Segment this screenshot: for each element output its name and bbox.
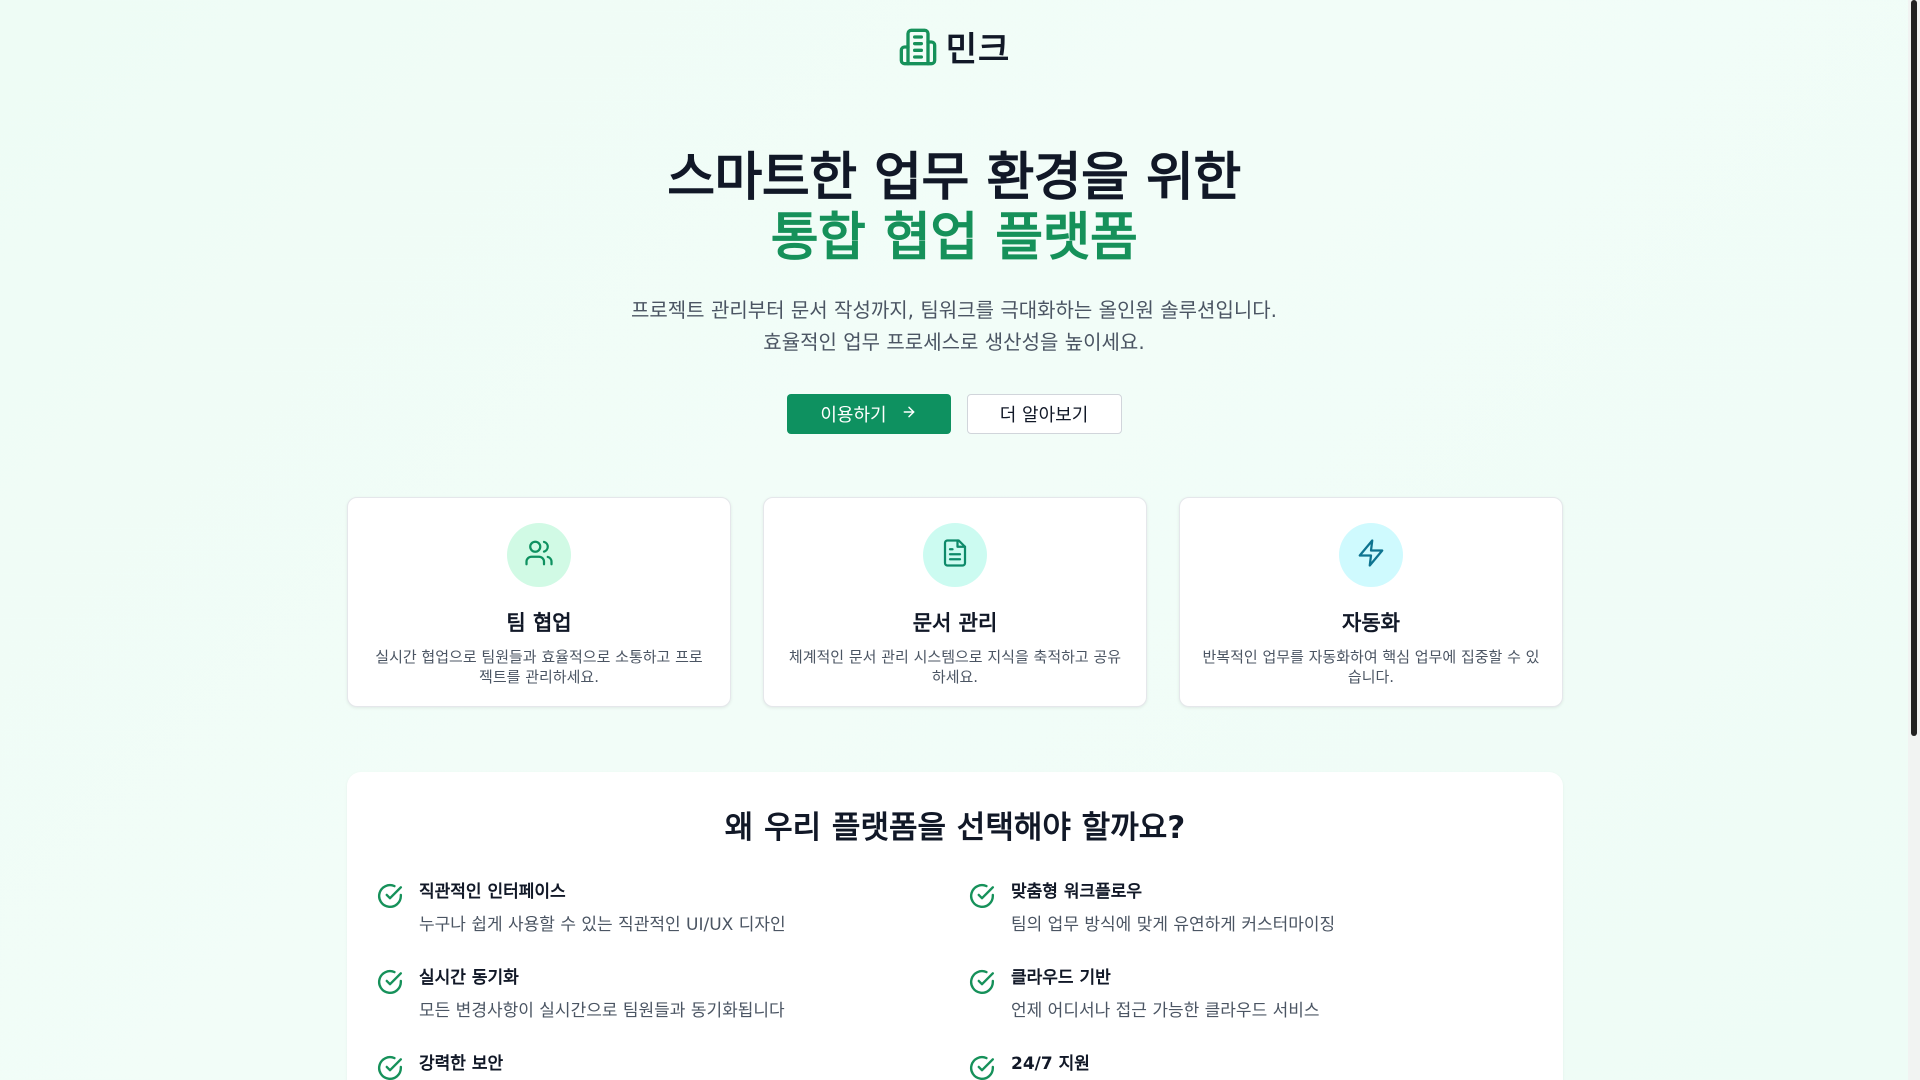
hero-description-line1: 프로젝트 관리부터 문서 작성까지, 팀워크를 극대화하는 올인원 솔루션입니다… [630, 298, 1278, 322]
get-started-label: 이용하기 [820, 405, 887, 426]
hero-description: 프로젝트 관리부터 문서 작성까지, 팀워크를 극대화하는 올인원 솔루션입니다… [0, 294, 1908, 358]
hero-title: 스마트한 업무 환경을 위한 통합 협업 플랫폼 [0, 148, 1908, 268]
get-started-button[interactable]: 이용하기 [786, 394, 951, 434]
feature-title: 문서 관리 [912, 611, 998, 635]
why-item-title: 실시간 동기화 [419, 968, 519, 988]
why-item-title: 클라우드 기반 [1011, 968, 1111, 988]
feature-description: 실시간 협업으로 팀원들과 효율적으로 소통하고 프로젝트를 관리하세요. [375, 648, 703, 686]
why-title: 왜 우리 플랫폼을 선택해야 할까요? [724, 810, 1186, 846]
check-circle-icon [377, 969, 403, 995]
scrollbar-track[interactable] [1908, 0, 1920, 1080]
arrow-right-icon [901, 404, 917, 425]
why-section: 왜 우리 플랫폼을 선택해야 할까요? 직관적인 인터페이스 누구나 쉽게 사용… [347, 772, 1563, 1080]
feature-icon-circle [507, 523, 571, 587]
building-icon [898, 27, 938, 67]
feature-description: 체계적인 문서 관리 시스템으로 지식을 축적하고 공유하세요. [788, 648, 1122, 686]
why-item-security: 강력한 보안 [377, 1053, 969, 1080]
why-item-intuitive: 직관적인 인터페이스 누구나 쉽게 사용할 수 있는 직관적인 UI/UX 디자… [377, 881, 969, 937]
hero-title-line2: 통합 협업 플랫폼 [770, 208, 1138, 268]
feature-card-team: 팀 협업 실시간 협업으로 팀원들과 효율적으로 소통하고 프로젝트를 관리하세… [347, 497, 731, 707]
why-item-title: 직관적인 인터페이스 [419, 882, 566, 902]
check-circle-icon [377, 883, 403, 909]
brand-logo-link[interactable]: 민크 [898, 22, 1011, 71]
feature-title: 자동화 [1342, 611, 1400, 635]
why-item-support: 24/7 지원 [969, 1053, 1529, 1080]
site-header: 민크 [0, 22, 1908, 71]
why-item-cloud: 클라우드 기반 언제 어디서나 접근 가능한 클라우드 서비스 [969, 967, 1529, 1023]
check-circle-icon [969, 969, 995, 995]
page: 민크 스마트한 업무 환경을 위한 통합 협업 플랫폼 프로젝트 관리부터 문서… [0, 0, 1908, 1080]
why-item-desc: 팀의 업무 방식에 맞게 유연하게 커스터마이징 [1011, 915, 1336, 935]
hero-buttons: 이용하기 더 알아보기 [0, 394, 1908, 434]
hero-title-line1: 스마트한 업무 환경을 위한 [667, 148, 1241, 208]
check-circle-icon [377, 1055, 403, 1080]
check-circle-icon [969, 1055, 995, 1080]
check-circle-icon [969, 883, 995, 909]
feature-card-automation: 자동화 반복적인 업무를 자동화하여 핵심 업무에 집중할 수 있습니다. [1179, 497, 1563, 707]
document-icon [940, 538, 970, 572]
features-section: 팀 협업 실시간 협업으로 팀원들과 효율적으로 소통하고 프로젝트를 관리하세… [347, 497, 1563, 707]
feature-title: 팀 협업 [506, 611, 572, 635]
brand-name: 민크 [945, 30, 1011, 70]
users-icon [524, 538, 554, 572]
feature-description: 반복적인 업무를 자동화하여 핵심 업무에 집중할 수 있습니다. [1202, 648, 1540, 686]
why-item-title: 강력한 보안 [419, 1054, 504, 1074]
why-item-workflow: 맞춤형 워크플로우 팀의 업무 방식에 맞게 유연하게 커스터마이징 [969, 881, 1529, 937]
scrollbar-thumb[interactable] [1911, 0, 1917, 736]
learn-more-button[interactable]: 더 알아보기 [966, 394, 1122, 434]
hero-description-line2: 효율적인 업무 프로세스로 생산성을 높이세요. [763, 330, 1145, 354]
feature-card-documents: 문서 관리 체계적인 문서 관리 시스템으로 지식을 축적하고 공유하세요. [763, 497, 1147, 707]
why-item-sync: 실시간 동기화 모든 변경사항이 실시간으로 팀원들과 동기화됩니다 [377, 967, 969, 1023]
feature-icon-circle [1339, 523, 1403, 587]
why-list: 직관적인 인터페이스 누구나 쉽게 사용할 수 있는 직관적인 UI/UX 디자… [347, 881, 1563, 1080]
why-item-desc: 언제 어디서나 접근 가능한 클라우드 서비스 [1011, 1001, 1320, 1021]
why-item-desc: 모든 변경사항이 실시간으로 팀원들과 동기화됩니다 [419, 1001, 785, 1021]
why-item-title: 24/7 지원 [1011, 1054, 1090, 1074]
lightning-icon [1356, 538, 1386, 572]
why-item-desc: 누구나 쉽게 사용할 수 있는 직관적인 UI/UX 디자인 [419, 915, 786, 935]
hero-section: 스마트한 업무 환경을 위한 통합 협업 플랫폼 프로젝트 관리부터 문서 작성… [0, 148, 1908, 434]
feature-icon-circle [923, 523, 987, 587]
why-item-title: 맞춤형 워크플로우 [1011, 882, 1143, 902]
